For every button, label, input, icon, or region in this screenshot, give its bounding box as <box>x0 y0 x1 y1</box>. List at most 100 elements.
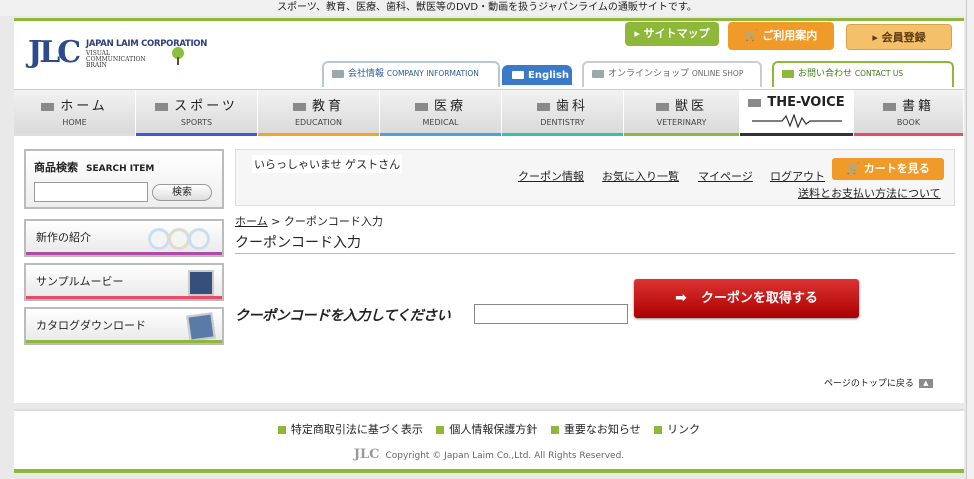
logo-mark: JLC <box>28 35 81 70</box>
nav-education[interactable]: 教育 EDUCATION <box>258 90 380 136</box>
nav-color-bar <box>624 133 739 136</box>
bullet-icon <box>277 426 286 434</box>
breadcrumb-current: クーポンコード入力 <box>283 215 383 228</box>
tab-icon <box>592 69 604 78</box>
sidebar-label: サンプルムービー <box>36 275 124 288</box>
nav-sublabel: VETERINARY <box>656 118 707 127</box>
get-coupon-button[interactable]: ➡ クーポンを取得する <box>634 279 859 318</box>
nav-color-bar <box>740 133 853 136</box>
logo[interactable]: JLC JAPAN LAIM CORPORATION VISUAL COMMUN… <box>28 35 218 75</box>
header: JLC JAPAN LAIM CORPORATION VISUAL COMMUN… <box>14 21 964 87</box>
breadcrumb-home[interactable]: ホーム <box>235 215 268 228</box>
guide-button[interactable]: 🛒 ご利用案内 <box>728 22 834 50</box>
nav-sublabel: BOOK <box>896 118 921 127</box>
page-title: クーポンコード入力 <box>235 233 955 254</box>
waveform-icon <box>751 114 842 128</box>
tab-icon <box>782 69 794 78</box>
nav-label: THE-VOICE <box>767 95 845 110</box>
bullet-icon <box>550 426 559 434</box>
color-bar <box>26 340 222 343</box>
catalog-icon <box>186 312 216 342</box>
footer-link-privacy[interactable]: 個人情報保護方針 <box>436 421 537 437</box>
nav-veterinary[interactable]: 獣医 VETERINARY <box>624 90 740 136</box>
account-bar: いらっしゃいませ ゲストさん クーポン情報 お気に入り一覧 マイページ ログアウ… <box>235 149 955 206</box>
nav-the-voice[interactable]: THE-VOICE <box>740 90 854 136</box>
nav-label: 教育 <box>311 99 344 114</box>
nav-label: ホーム <box>60 99 108 114</box>
tab-icon <box>512 71 524 79</box>
view-cart-button[interactable]: 🛒 カートを見る <box>832 158 944 180</box>
scrollbar[interactable] <box>966 0 974 479</box>
nav-home[interactable]: ホーム HOME <box>14 90 136 136</box>
logo-company: JAPAN LAIM CORPORATION <box>86 39 208 49</box>
dvd-icon <box>148 228 170 250</box>
tab-online-shop[interactable]: オンラインショップ ONLINE SHOP <box>582 61 762 87</box>
footer-accent-bar <box>14 469 964 473</box>
nav-label: 獣医 <box>674 99 707 114</box>
dvd-icon <box>188 228 210 250</box>
nav-icon <box>536 102 550 111</box>
sidebar-new-releases[interactable]: 新作の紹介 <box>24 219 224 257</box>
search-panel: 商品検索 SEARCH ITEM 検索 <box>24 149 224 209</box>
nav-sports[interactable]: スポーツ SPORTS <box>136 90 258 136</box>
nav-label: 書籍 <box>901 99 934 114</box>
site-description: スポーツ、教育、医療、歯科、獣医等のDVD・動画を扱うジャパンライムの通販サイト… <box>0 0 974 16</box>
bullet-icon <box>436 426 445 434</box>
nav-label: スポーツ <box>174 99 238 114</box>
search-title: 商品検索 SEARCH ITEM <box>34 161 155 174</box>
link-favorites[interactable]: お気に入り一覧 <box>602 168 679 184</box>
arrow-right-icon: ➡ <box>675 290 687 306</box>
nav-label: 医療 <box>433 99 466 114</box>
nav-sublabel: DENTISTRY <box>540 118 585 127</box>
link-mypage[interactable]: マイページ <box>698 168 753 184</box>
nav-icon <box>414 102 428 111</box>
nav-sublabel: EDUCATION <box>294 118 343 127</box>
search-button[interactable]: 検索 <box>152 184 212 201</box>
sidebar-catalog-download[interactable]: カタログダウンロード <box>24 307 224 345</box>
nav-dentistry[interactable]: 歯科 DENTISTRY <box>502 90 624 136</box>
tab-contact-us[interactable]: お問い合わせ CONTACT US <box>772 61 954 87</box>
nav-sublabel: MEDICAL <box>422 118 459 127</box>
tab-icon <box>332 69 344 78</box>
footer-logo-mark: JLC <box>353 447 380 462</box>
page-top-link[interactable]: ページのトップに戻る ▲ <box>824 376 933 389</box>
color-bar <box>26 252 222 255</box>
nav-color-bar <box>854 133 963 136</box>
sidebar-label: 新作の紹介 <box>36 231 91 244</box>
link-logout[interactable]: ログアウト <box>770 168 825 184</box>
sidebar-sample-movie[interactable]: サンプルムービー <box>24 263 224 301</box>
page-frame: JLC JAPAN LAIM CORPORATION VISUAL COMMUN… <box>14 18 964 403</box>
register-button[interactable]: ▸ 会員登録 <box>846 24 952 50</box>
sitemap-button[interactable]: ▸ サイトマップ <box>625 22 719 46</box>
main-nav: ホーム HOME スポーツ SPORTS 教育 EDUCATION 医療 MEDICAL 歯科 D… <box>14 89 964 136</box>
tab-english[interactable]: English <box>502 65 572 85</box>
home-icon <box>41 102 55 111</box>
sidebar-label: カタログダウンロード <box>36 319 146 332</box>
dvd-icon <box>168 228 190 250</box>
link-coupon-info[interactable]: クーポン情報 <box>518 168 584 184</box>
color-bar <box>26 296 222 299</box>
movie-icon <box>188 270 214 296</box>
footer-link-notices[interactable]: 重要なお知らせ <box>550 421 641 437</box>
logo-tagline: VISUAL COMMUNICATION BRAIN <box>86 50 146 69</box>
nav-icon <box>655 102 669 111</box>
footer-links: 特定商取引法に基づく表示 個人情報保護方針 重要なお知らせ リンク <box>14 421 964 437</box>
nav-color-bar <box>136 133 257 136</box>
coupon-code-input[interactable] <box>474 304 628 324</box>
nav-color-bar <box>380 133 501 136</box>
search-input[interactable] <box>34 182 148 202</box>
nav-color-bar <box>502 133 623 136</box>
footer-link-tokushoho[interactable]: 特定商取引法に基づく表示 <box>277 421 423 437</box>
nav-medical[interactable]: 医療 MEDICAL <box>380 90 502 136</box>
copyright: JLC Copyright © Japan Laim Co.,Ltd. All R… <box>353 447 625 462</box>
nav-sublabel: SPORTS <box>180 118 213 127</box>
arrow-up-icon: ▲ <box>918 379 933 388</box>
link-shipping-payment[interactable]: 送料とお支払い方法について <box>798 185 941 201</box>
nav-icon <box>155 102 169 111</box>
nav-icon <box>292 102 306 111</box>
tab-company-info[interactable]: 会社情報 COMPANY INFORMATION <box>322 61 500 87</box>
nav-book[interactable]: 書籍 BOOK <box>854 90 964 136</box>
footer: 特定商取引法に基づく表示 個人情報保護方針 重要なお知らせ リンク JLC Cop… <box>14 409 964 469</box>
footer-link-links[interactable]: リンク <box>654 421 700 437</box>
bullet-icon <box>654 426 663 434</box>
